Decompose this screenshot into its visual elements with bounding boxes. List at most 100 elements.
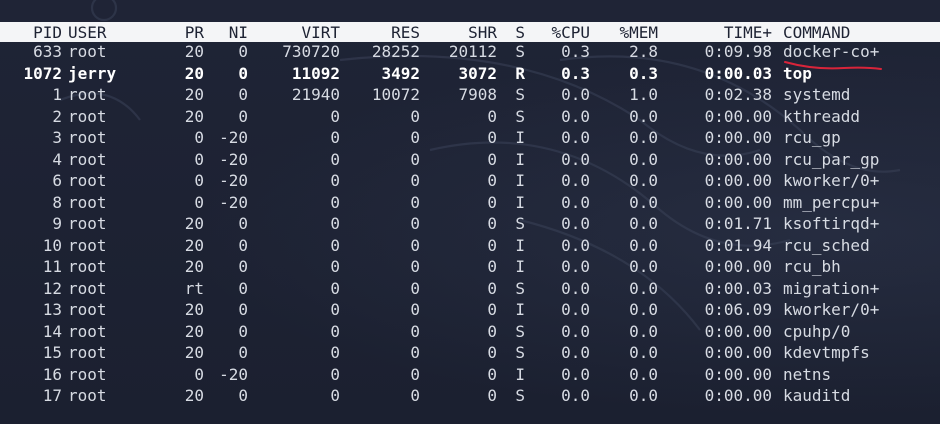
virt-cell: 11092	[291, 63, 340, 83]
nice-cell: 0	[238, 257, 248, 276]
shr-cell: 0	[487, 257, 497, 276]
process-row[interactable]: 1072 jerry 20 0 11092 3492 3072 R 0.3 0.…	[0, 63, 940, 84]
process-row[interactable]: 1 root 20 0 21940 10072 7908 S 0.0 1.0 0…	[0, 84, 940, 105]
process-row[interactable]: 15 root 20 0 0 0 0 S 0.0 0.0 0:00.00 kde…	[0, 342, 940, 363]
command-cell: rcu_bh	[783, 257, 841, 276]
process-row[interactable]: 14 root 20 0 0 0 0 S 0.0 0.0 0:00.00 cpu…	[0, 321, 940, 342]
pid-cell: 17	[42, 386, 62, 405]
res-cell: 0	[410, 171, 420, 190]
nice-cell: -20	[219, 149, 248, 169]
col-header-pr[interactable]: PR	[168, 22, 204, 43]
cpu-cell: 0.0	[561, 128, 590, 147]
mem-cell: 0.3	[629, 63, 658, 83]
col-header-ni[interactable]: NI	[208, 22, 248, 43]
process-row[interactable]: 17 root 20 0 0 0 0 S 0.0 0.0 0:00.00 kau…	[0, 385, 940, 406]
virt-cell: 0	[330, 106, 340, 126]
process-row[interactable]: 16 root 0 -20 0 0 0 I 0.0 0.0 0:00.00 ne…	[0, 364, 940, 385]
col-header-res[interactable]: RES	[342, 22, 420, 43]
nice-cell: 0	[238, 278, 248, 298]
time-cell: 0:06.09	[704, 300, 772, 319]
nice-cell: 0	[238, 235, 248, 255]
mem-cell: 2.8	[629, 42, 658, 61]
cpu-cell: 0.0	[561, 192, 590, 212]
cpu-cell: 0.3	[561, 42, 590, 61]
cpu-cell: 0.0	[561, 300, 590, 319]
nice-cell: 0	[238, 63, 248, 83]
state-cell: I	[515, 235, 525, 255]
column-header-row: PID USER PR NI VIRT RES SHR S %CPU %MEM …	[0, 22, 940, 43]
mem-cell: 0.0	[629, 214, 658, 233]
state-cell: S	[515, 106, 525, 126]
priority-cell: 0	[194, 171, 204, 190]
res-cell: 0	[410, 386, 420, 405]
cpu-cell: 0.0	[561, 106, 590, 126]
col-header-mem[interactable]: %MEM	[592, 22, 658, 43]
res-cell: 3492	[381, 63, 420, 83]
process-row[interactable]: 2 root 20 0 0 0 0 S 0.0 0.0 0:00.00 kthr…	[0, 106, 940, 127]
process-row[interactable]: 13 root 20 0 0 0 0 I 0.0 0.0 0:06.09 kwo…	[0, 299, 940, 320]
user-cell: root	[68, 128, 107, 147]
virt-cell: 0	[330, 300, 340, 319]
command-cell: rcu_gp	[783, 128, 841, 147]
process-row[interactable]: 9 root 20 0 0 0 0 S 0.0 0.0 0:01.71 ksof…	[0, 213, 940, 234]
pid-cell: 3	[52, 128, 62, 147]
col-header-user[interactable]: USER	[68, 22, 168, 43]
state-cell: S	[515, 85, 525, 104]
cpu-cell: 0.0	[561, 257, 590, 276]
col-header-state[interactable]: S	[505, 22, 525, 43]
terminal-window[interactable]: PID USER PR NI VIRT RES SHR S %CPU %MEM …	[0, 0, 940, 424]
process-row[interactable]: 4 root 0 -20 0 0 0 I 0.0 0.0 0:00.00 rcu…	[0, 149, 940, 170]
col-header-pid[interactable]: PID	[0, 22, 62, 43]
col-header-time[interactable]: TIME+	[660, 22, 772, 43]
process-row[interactable]: 3 root 0 -20 0 0 0 I 0.0 0.0 0:00.00 rcu…	[0, 127, 940, 148]
state-cell: I	[515, 149, 525, 169]
pid-cell: 6	[52, 171, 62, 190]
shr-cell: 0	[487, 321, 497, 341]
mem-cell: 0.0	[629, 321, 658, 341]
state-cell: I	[515, 128, 525, 147]
process-row[interactable]: 6 root 0 -20 0 0 0 I 0.0 0.0 0:00.00 kwo…	[0, 170, 940, 191]
virt-cell: 0	[330, 278, 340, 298]
command-cell: systemd	[783, 85, 851, 104]
col-header-command[interactable]: COMMAND	[783, 22, 940, 43]
virt-cell: 0	[330, 214, 340, 233]
res-cell: 0	[410, 300, 420, 319]
user-cell: root	[68, 192, 107, 212]
shr-cell: 0	[487, 214, 497, 233]
time-cell: 0:00.03	[704, 278, 772, 298]
user-cell: root	[68, 106, 107, 126]
command-cell: kworker/0+	[783, 300, 880, 319]
priority-cell: 20	[184, 257, 204, 276]
user-cell: root	[68, 321, 107, 341]
shr-cell: 0	[487, 364, 497, 384]
shr-cell: 20112	[448, 42, 497, 61]
process-row[interactable]: 11 root 20 0 0 0 0 I 0.0 0.0 0:00.00 rcu…	[0, 256, 940, 277]
cpu-cell: 0.0	[561, 171, 590, 190]
virt-cell: 730720	[282, 42, 340, 61]
mem-cell: 0.0	[629, 386, 658, 405]
cpu-cell: 0.0	[561, 149, 590, 169]
state-cell: S	[515, 321, 525, 341]
cpu-cell: 0.0	[561, 321, 590, 341]
shr-cell: 0	[487, 106, 497, 126]
col-header-virt[interactable]: VIRT	[250, 22, 340, 43]
cpu-cell: 0.0	[561, 214, 590, 233]
nice-cell: 0	[238, 343, 248, 362]
process-row[interactable]: 12 root rt 0 0 0 0 S 0.0 0.0 0:00.03 mig…	[0, 278, 940, 299]
user-cell: root	[68, 85, 107, 104]
priority-cell: 20	[184, 106, 204, 126]
col-header-cpu[interactable]: %CPU	[525, 22, 590, 43]
nice-cell: 0	[238, 85, 248, 104]
pid-cell: 1	[52, 85, 62, 104]
shr-cell: 0	[487, 235, 497, 255]
col-header-shr[interactable]: SHR	[422, 22, 497, 43]
process-row[interactable]: 8 root 0 -20 0 0 0 I 0.0 0.0 0:00.00 mm_…	[0, 192, 940, 213]
state-cell: S	[515, 214, 525, 233]
process-row[interactable]: 633 root 20 0 730720 28252 20112 S 0.3 2…	[0, 41, 940, 62]
state-cell: S	[515, 343, 525, 362]
virt-cell: 0	[330, 386, 340, 405]
priority-cell: 20	[184, 343, 204, 362]
time-cell: 0:00.03	[704, 63, 772, 83]
user-cell: root	[68, 214, 107, 233]
process-row[interactable]: 10 root 20 0 0 0 0 I 0.0 0.0 0:01.94 rcu…	[0, 235, 940, 256]
